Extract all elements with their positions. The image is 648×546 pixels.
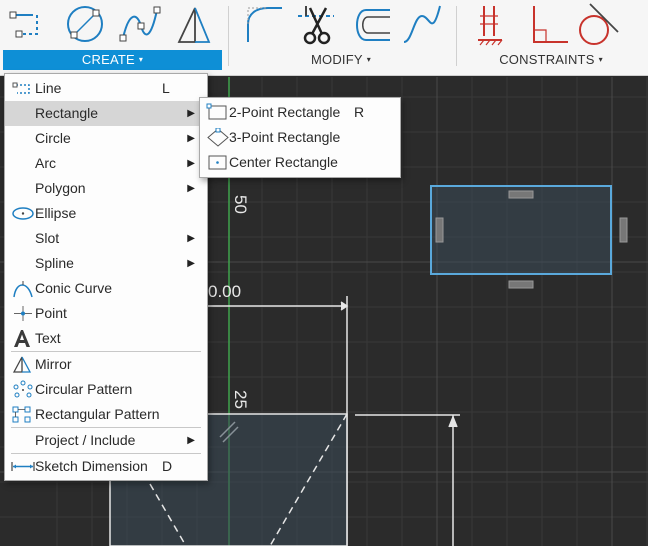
menu-item-shortcut: R (354, 104, 365, 120)
menu-item-center-rectangle[interactable]: Center Rectangle (200, 150, 400, 175)
create-menu-button[interactable]: CREATE ▾ (3, 50, 222, 70)
dimension-label-25[interactable]: 25 (230, 390, 250, 409)
submenu-arrow-icon: ▶ (187, 183, 195, 194)
point-icon (14, 306, 32, 321)
two-point-rectangle-icon (206, 103, 227, 120)
submenu-arrow-icon: ▶ (187, 258, 195, 269)
line-icon (12, 82, 30, 94)
submenu-arrow-icon: ▶ (187, 108, 195, 119)
toolbar-separator (456, 6, 457, 66)
menu-item-spline[interactable]: Spline ▶ (5, 251, 207, 276)
menu-item-2-point-rectangle[interactable]: 2-Point Rectangle R (200, 100, 400, 125)
menu-item-label: Mirror (35, 356, 72, 372)
submenu-arrow-icon: ▶ (187, 133, 195, 144)
dimension-label-0-00[interactable]: 0.00 (208, 282, 241, 302)
text-icon (14, 330, 30, 347)
menu-item-slot[interactable]: Slot ▶ (5, 226, 207, 251)
menu-item-sketch-dimension[interactable]: Sketch Dimension D (5, 454, 207, 479)
mirror-icon (12, 356, 32, 373)
chevron-down-icon: ▾ (366, 55, 371, 64)
perpendicular-constraint-icon[interactable] (524, 2, 572, 48)
menu-item-text[interactable]: Text (5, 326, 207, 351)
menu-item-mirror[interactable]: Mirror (5, 352, 207, 377)
menu-item-label: Center Rectangle (229, 154, 338, 170)
tangent-constraint-icon[interactable] (572, 2, 620, 48)
rectangular-pattern-icon (12, 406, 31, 423)
chevron-down-icon: ▾ (138, 55, 144, 64)
menu-item-label: 2-Point Rectangle (229, 104, 341, 120)
menu-item-point[interactable]: Point (5, 301, 207, 326)
modify-tools (232, 2, 450, 48)
menu-item-label: Slot (35, 230, 60, 246)
menu-item-line[interactable]: Line L (5, 76, 207, 101)
menu-item-label: Polygon (35, 180, 86, 196)
create-tools (3, 2, 222, 48)
modify-label: MODIFY (311, 52, 363, 67)
mirror-tool-icon[interactable] (169, 2, 217, 48)
constraints-group: CONSTRAINTS ▾ (460, 0, 642, 76)
menu-item-3-point-rectangle[interactable]: 3-Point Rectangle (200, 125, 400, 150)
menu-item-label: Text (35, 330, 61, 346)
menu-item-circle[interactable]: Circle ▶ (5, 126, 207, 151)
submenu-arrow-icon: ▶ (187, 435, 195, 446)
menu-item-arc[interactable]: Arc ▶ (5, 151, 207, 176)
menu-item-label: Conic Curve (35, 280, 113, 296)
circle-tool-icon[interactable] (61, 2, 109, 48)
menu-item-label: Circle (35, 130, 71, 146)
menu-item-conic-curve[interactable]: Conic Curve (5, 276, 207, 301)
menu-item-label: Line (35, 80, 62, 96)
submenu-arrow-icon: ▶ (187, 233, 195, 244)
coincident-constraint-icon[interactable] (470, 2, 518, 48)
menu-item-label: Rectangular Pattern (35, 406, 160, 422)
dimension-label-50[interactable]: 50 (230, 195, 250, 214)
conic-curve-icon (13, 281, 33, 298)
sketch-dimension-icon (11, 462, 35, 471)
sketch-rectangle-selected[interactable] (430, 185, 628, 289)
menu-item-rectangular-pattern[interactable]: Rectangular Pattern (5, 402, 207, 427)
create-label: CREATE (81, 52, 135, 67)
menu-item-label: 3-Point Rectangle (229, 129, 341, 145)
extend-spline-tool-icon[interactable] (398, 2, 446, 48)
constraints-label: CONSTRAINTS (499, 52, 595, 67)
toolbar-separator (228, 6, 229, 66)
chevron-down-icon: ▾ (598, 55, 603, 64)
modify-group: MODIFY ▾ (232, 0, 450, 76)
menu-item-circular-pattern[interactable]: Circular Pattern (5, 377, 207, 402)
spline-tool-icon[interactable] (115, 2, 163, 48)
line-tool-icon[interactable] (7, 2, 55, 48)
create-group: CREATE ▾ (3, 0, 222, 76)
menu-item-label: Arc (35, 155, 56, 171)
circular-pattern-icon (13, 380, 33, 398)
fillet-tool-icon[interactable] (238, 2, 286, 48)
offset-tool-icon[interactable] (346, 2, 394, 48)
toolbar: CREATE ▾ MODIFY ▾ CONSTRAINTS ▾ (0, 0, 648, 76)
menu-item-label: Spline (35, 255, 74, 271)
submenu-arrow-icon: ▶ (187, 158, 195, 169)
menu-item-project-include[interactable]: Project / Include ▶ (5, 428, 207, 453)
modify-menu-button[interactable]: MODIFY ▾ (232, 50, 450, 70)
center-rectangle-icon (208, 155, 227, 170)
menu-item-ellipse[interactable]: Ellipse (5, 201, 207, 226)
trim-tool-icon[interactable] (292, 2, 340, 48)
menu-item-shortcut: D (162, 458, 173, 474)
constraint-tools (460, 2, 642, 48)
menu-item-label: Sketch Dimension (35, 458, 148, 474)
menu-item-label: Point (35, 305, 67, 321)
create-menu: Line L Rectangle ▶ Circle ▶ Arc ▶ Polygo… (4, 73, 208, 481)
menu-item-label: Circular Pattern (35, 381, 133, 397)
three-point-rectangle-icon (207, 128, 229, 147)
menu-item-rectangle[interactable]: Rectangle ▶ (5, 101, 207, 126)
constraints-menu-button[interactable]: CONSTRAINTS ▾ (460, 50, 642, 70)
menu-item-polygon[interactable]: Polygon ▶ (5, 176, 207, 201)
menu-item-label: Rectangle (35, 105, 99, 121)
menu-item-shortcut: L (162, 80, 170, 96)
rectangle-submenu: 2-Point Rectangle R 3-Point Rectangle Ce… (199, 97, 401, 178)
ellipse-icon (12, 207, 34, 220)
menu-item-label: Ellipse (35, 205, 77, 221)
menu-item-label: Project / Include (35, 432, 136, 448)
